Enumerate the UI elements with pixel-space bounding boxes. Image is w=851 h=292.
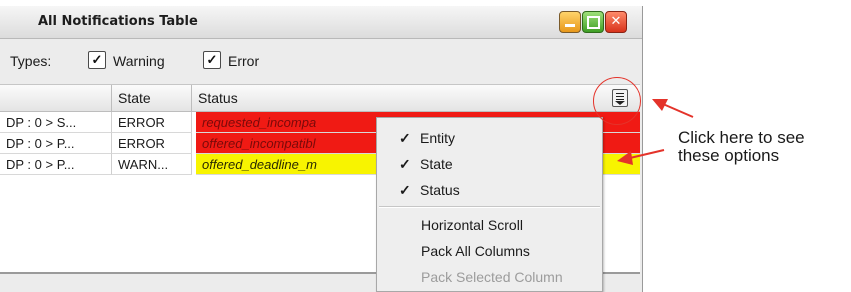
annotation-line-2: these options [678,146,780,165]
arrow-to-column-control [652,99,694,118]
annotation-callout: Click here to see these options [678,129,851,165]
annotation-line-1: Click here to see [678,128,805,147]
arrow-to-menu [617,149,665,165]
